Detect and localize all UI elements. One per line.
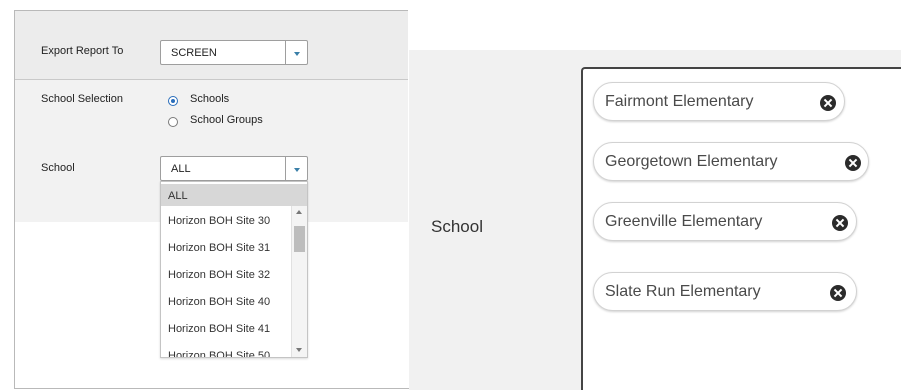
export-label: Export Report To (41, 45, 124, 57)
dropdown-option[interactable]: Horizon BOH Site 32 (161, 263, 291, 285)
close-circle-icon[interactable] (830, 285, 846, 301)
tag-chip: Georgetown Elementary (593, 142, 869, 181)
radio-school-groups[interactable] (168, 117, 178, 127)
chevron-down-icon (294, 52, 300, 56)
tag-chip: Fairmont Elementary (593, 82, 845, 121)
tag-chip: Slate Run Elementary (593, 272, 857, 311)
close-circle-icon[interactable] (832, 215, 848, 231)
close-circle-icon[interactable] (820, 95, 836, 111)
export-select-toggle[interactable] (285, 41, 307, 64)
report-options-panel: Export Report To SCREEN School Selection… (0, 0, 409, 390)
export-select[interactable]: SCREEN (160, 40, 308, 65)
arrow-down-icon[interactable] (296, 348, 302, 352)
tag-label: Fairmont Elementary (605, 93, 754, 110)
dropdown-option[interactable]: Horizon BOH Site 40 (161, 290, 291, 312)
tag-chip: Greenville Elementary (593, 202, 857, 241)
school-select[interactable]: ALL (160, 156, 308, 181)
tag-label: Slate Run Elementary (605, 283, 761, 300)
dropdown-scrollbar[interactable] (291, 206, 307, 357)
dropdown-option[interactable]: ALL (161, 184, 307, 206)
school-dropdown-list[interactable]: ALL Horizon BOH Site 30 Horizon BOH Site… (160, 181, 308, 358)
tag-label: Greenville Elementary (605, 213, 763, 230)
radio-schools[interactable] (168, 96, 178, 106)
scrollbar-thumb[interactable] (294, 226, 305, 252)
school-select-toggle[interactable] (285, 157, 307, 180)
school-label: School (41, 162, 75, 174)
school-tags-label: School (431, 217, 483, 236)
dropdown-option[interactable]: Horizon BOH Site 50 (161, 344, 291, 357)
dropdown-option[interactable]: Horizon BOH Site 41 (161, 317, 291, 339)
school-selection-label: School Selection (41, 93, 123, 105)
radio-school-groups-label[interactable]: School Groups (190, 114, 263, 126)
school-tag-input[interactable]: Fairmont Elementary Georgetown Elementar… (581, 67, 901, 390)
dropdown-option[interactable]: Horizon BOH Site 30 (161, 209, 291, 231)
dropdown-option[interactable]: Horizon BOH Site 31 (161, 236, 291, 258)
school-tags-panel: School Fairmont Elementary Georgetown El… (409, 0, 901, 390)
radio-schools-label[interactable]: Schools (190, 93, 229, 105)
close-circle-icon[interactable] (845, 155, 861, 171)
export-row: Export Report To SCREEN (15, 11, 408, 80)
chevron-down-icon (294, 168, 300, 172)
export-select-value: SCREEN (171, 47, 217, 59)
school-select-value: ALL (171, 163, 191, 175)
tag-label: Georgetown Elementary (605, 153, 778, 170)
arrow-up-icon[interactable] (296, 210, 302, 214)
